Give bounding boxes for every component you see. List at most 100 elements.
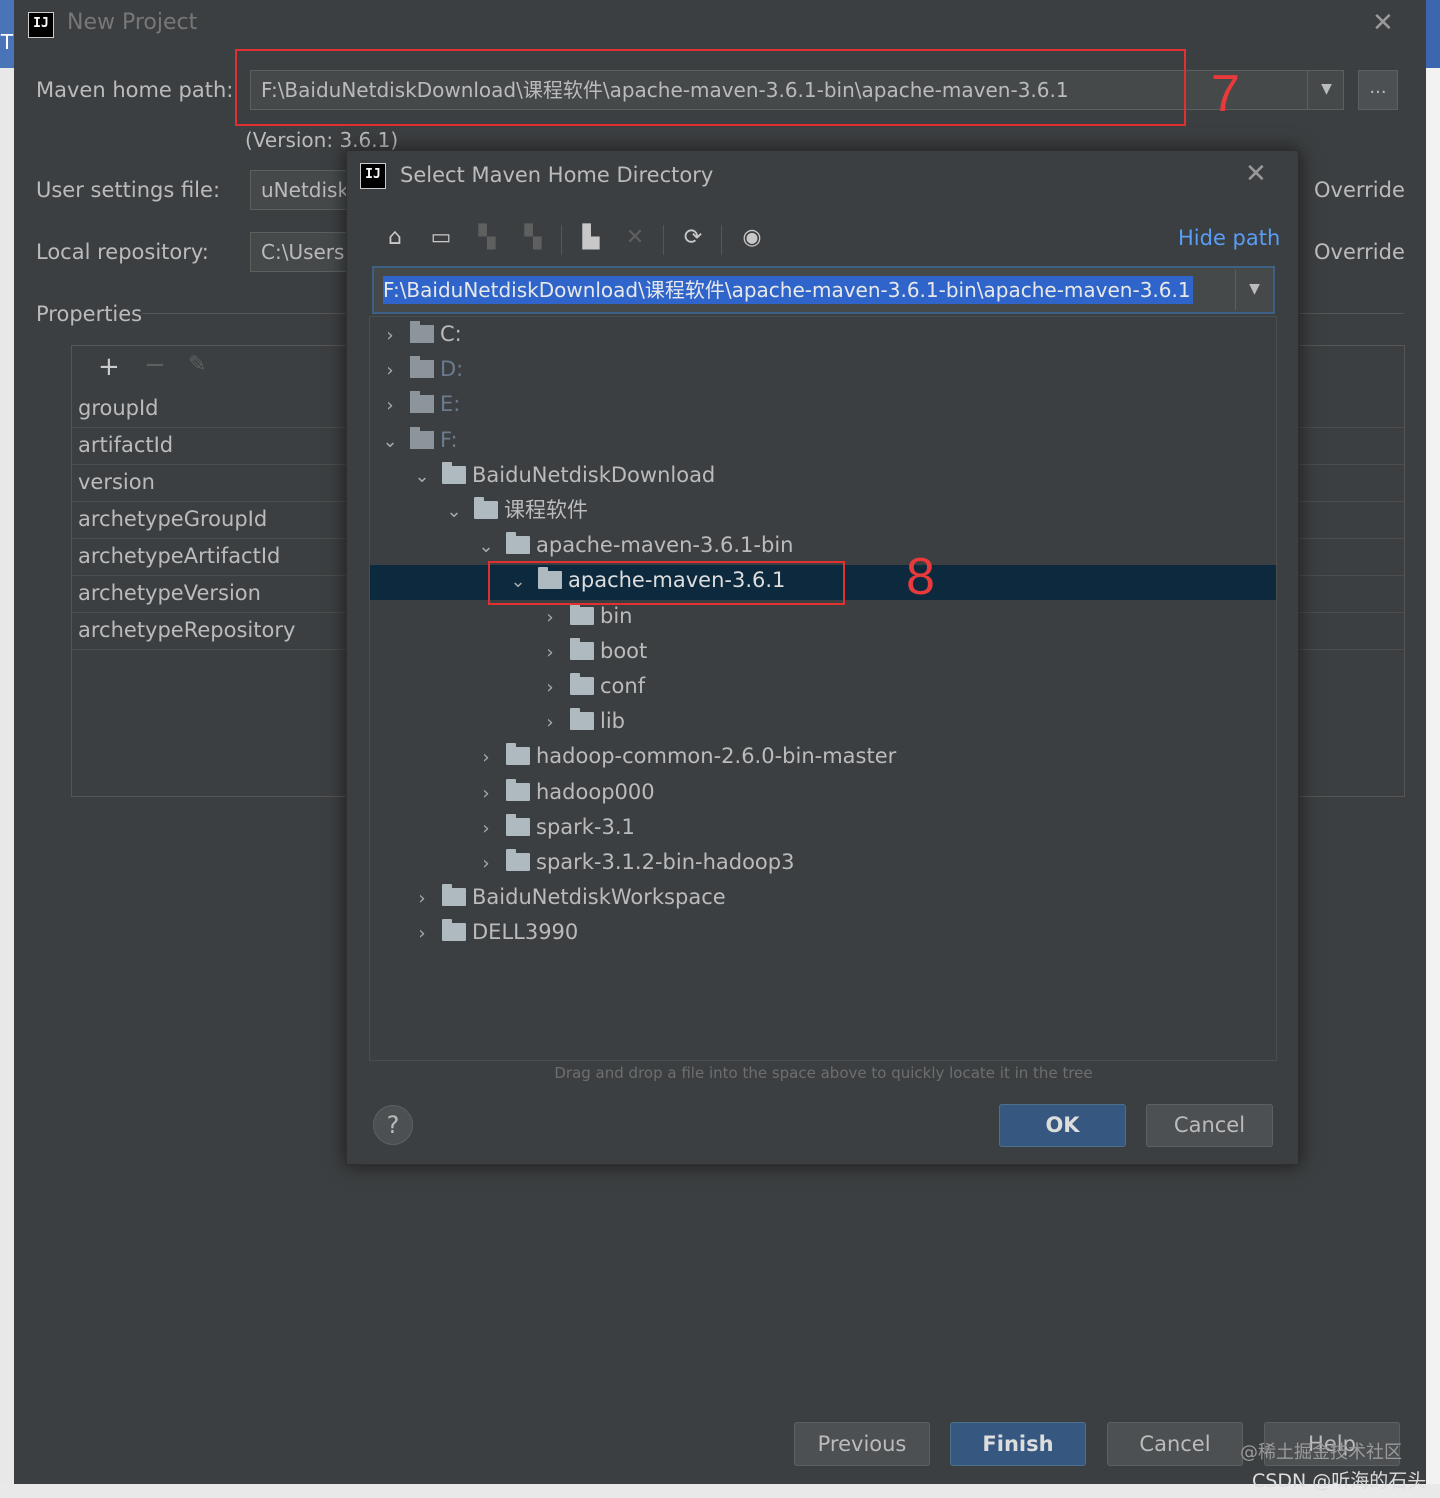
maven-home-dropdown-icon[interactable]: ▼ bbox=[1307, 70, 1345, 110]
tree-node[interactable]: › lib bbox=[538, 704, 625, 739]
toolbar-separator bbox=[721, 225, 722, 255]
folder-icon bbox=[442, 884, 466, 907]
ok-button[interactable]: OK bbox=[999, 1104, 1126, 1147]
window-title-bar: IJ New Project ✕ bbox=[14, 0, 1426, 52]
folder-icon bbox=[570, 637, 594, 660]
folder-icon bbox=[570, 673, 594, 695]
tree-node[interactable]: ⌄ F: bbox=[378, 423, 458, 458]
tree-node-label: conf bbox=[600, 674, 646, 698]
tree-node-label: BaiduNetdiskWorkspace bbox=[472, 885, 726, 910]
tree-node-label: F: bbox=[440, 427, 458, 452]
dialog-close-icon[interactable]: ✕ bbox=[1245, 159, 1267, 189]
tree-node[interactable]: ⌄ 课程软件 bbox=[442, 493, 588, 528]
previous-button[interactable]: Previous bbox=[794, 1422, 930, 1466]
directory-tree[interactable]: › C: › D: › E: ⌄ F: ⌄ BaiduNetdiskDownload ⌄ 课程软件 ⌄ a… bbox=[369, 316, 1277, 1061]
intellij-logo-icon: IJ bbox=[28, 12, 54, 38]
hide-path-link[interactable]: Hide path bbox=[1178, 226, 1280, 250]
path-dropdown-icon[interactable]: ▼ bbox=[1235, 270, 1273, 310]
user-settings-override-checkbox[interactable]: Override bbox=[1314, 178, 1405, 202]
local-repository-override-checkbox[interactable]: Override bbox=[1314, 240, 1405, 264]
folder-icon bbox=[506, 532, 530, 555]
chevron-right-icon[interactable]: › bbox=[410, 916, 434, 951]
local-repository-label: Local repository: bbox=[36, 240, 209, 264]
tree-node-label: 课程软件 bbox=[504, 498, 588, 522]
chevron-right-icon[interactable]: › bbox=[378, 353, 402, 388]
tree-node-label: C: bbox=[440, 322, 462, 346]
tree-node[interactable]: › E: bbox=[378, 387, 460, 422]
background-ide-bottom bbox=[0, 1484, 1440, 1498]
add-icon[interactable]: + bbox=[98, 352, 120, 382]
tree-node[interactable]: › DELL3990 bbox=[410, 915, 578, 950]
new-folder-icon[interactable]: ▙ bbox=[576, 225, 606, 250]
maven-home-label: Maven home path: bbox=[36, 78, 234, 102]
toolbar-separator bbox=[561, 225, 562, 255]
chevron-right-icon[interactable]: › bbox=[378, 318, 402, 353]
tree-node-label: DELL3990 bbox=[472, 920, 579, 945]
drive-icon bbox=[410, 426, 434, 449]
folder-icon bbox=[506, 778, 530, 801]
delete-icon: ✕ bbox=[625, 225, 645, 250]
project-folder-icon: ▚ bbox=[478, 225, 496, 250]
drag-drop-hint: Drag and drop a file into the space abov… bbox=[554, 1064, 1093, 1082]
tree-node[interactable]: ⌄ apache-maven-3.6.1-bin bbox=[474, 528, 793, 563]
chevron-right-icon[interactable]: › bbox=[538, 705, 562, 740]
background-ide-left: T bbox=[0, 0, 14, 1498]
annotation-box-7 bbox=[235, 49, 1186, 126]
maven-home-browse-button[interactable]: ... bbox=[1358, 70, 1398, 110]
dialog-cancel-button[interactable]: Cancel bbox=[1146, 1104, 1273, 1147]
tree-node[interactable]: › spark-3.1 bbox=[474, 810, 635, 845]
chevron-right-icon[interactable]: › bbox=[474, 776, 498, 811]
chevron-right-icon[interactable]: › bbox=[474, 846, 498, 881]
folder-icon bbox=[506, 849, 530, 871]
user-settings-label: User settings file: bbox=[36, 178, 221, 202]
chevron-right-icon[interactable]: › bbox=[378, 388, 402, 423]
finish-button[interactable]: Finish bbox=[950, 1422, 1086, 1466]
edit-icon[interactable]: ✎ bbox=[188, 352, 206, 377]
chevron-right-icon[interactable]: › bbox=[538, 670, 562, 705]
tree-node[interactable]: › conf bbox=[538, 669, 645, 704]
refresh-icon[interactable]: ⟳ bbox=[678, 225, 708, 250]
show-hidden-icon[interactable]: ◉ bbox=[737, 225, 767, 250]
folder-icon bbox=[570, 602, 594, 625]
home-icon[interactable]: ⌂ bbox=[380, 225, 410, 250]
dialog-help-button[interactable]: ? bbox=[373, 1105, 413, 1145]
chevron-down-icon[interactable]: ⌄ bbox=[442, 494, 466, 529]
toolbar-separator bbox=[663, 225, 664, 255]
tree-node[interactable]: › hadoop000 bbox=[474, 775, 655, 810]
chevron-down-icon[interactable]: ⌄ bbox=[378, 424, 402, 459]
chevron-down-icon[interactable]: ⌄ bbox=[474, 529, 498, 564]
window-close-icon[interactable]: ✕ bbox=[1372, 8, 1394, 38]
folder-icon bbox=[442, 919, 466, 942]
background-ide-right bbox=[1426, 0, 1440, 1498]
tree-node-label: E: bbox=[440, 392, 461, 417]
drive-icon bbox=[410, 391, 434, 414]
module-folder-icon: ▚ bbox=[524, 225, 542, 250]
annotation-number-7: 7 bbox=[1211, 65, 1240, 123]
tree-node-label: hadoop000 bbox=[536, 779, 655, 804]
tree-node[interactable]: › BaiduNetdiskWorkspace bbox=[410, 880, 726, 915]
chevron-right-icon[interactable]: › bbox=[474, 811, 498, 846]
remove-icon[interactable]: − bbox=[144, 350, 166, 380]
tree-node[interactable]: › D: bbox=[378, 352, 463, 387]
chevron-right-icon[interactable]: › bbox=[538, 635, 562, 670]
tree-node[interactable]: › boot bbox=[538, 634, 647, 669]
annotation-box-8 bbox=[488, 561, 845, 605]
tree-node[interactable]: › C: bbox=[378, 317, 462, 352]
tree-node-label: spark-3.1 bbox=[536, 814, 635, 839]
tree-node[interactable]: › hadoop-common-2.6.0-bin-master bbox=[474, 739, 896, 774]
chevron-right-icon[interactable]: › bbox=[474, 740, 498, 775]
path-input[interactable]: F:\BaiduNetdiskDownload\课程软件\apache-mave… bbox=[372, 266, 1275, 314]
desktop-icon[interactable]: ▭ bbox=[426, 225, 456, 250]
tree-node[interactable]: ⌄ BaiduNetdiskDownload bbox=[410, 458, 715, 493]
chevron-right-icon[interactable]: › bbox=[410, 881, 434, 916]
folder-icon bbox=[474, 497, 498, 519]
chevron-down-icon[interactable]: ⌄ bbox=[410, 459, 434, 494]
drive-icon bbox=[410, 356, 434, 379]
cancel-button[interactable]: Cancel bbox=[1107, 1422, 1243, 1466]
drive-icon bbox=[410, 321, 434, 343]
tree-node-label: lib bbox=[600, 709, 625, 734]
tree-node[interactable]: › spark-3.1.2-bin-hadoop3 bbox=[474, 845, 794, 880]
maven-version-text: (Version: 3.6.1) bbox=[245, 128, 399, 152]
folder-icon bbox=[442, 461, 466, 484]
tree-node-label: bin bbox=[600, 603, 633, 628]
